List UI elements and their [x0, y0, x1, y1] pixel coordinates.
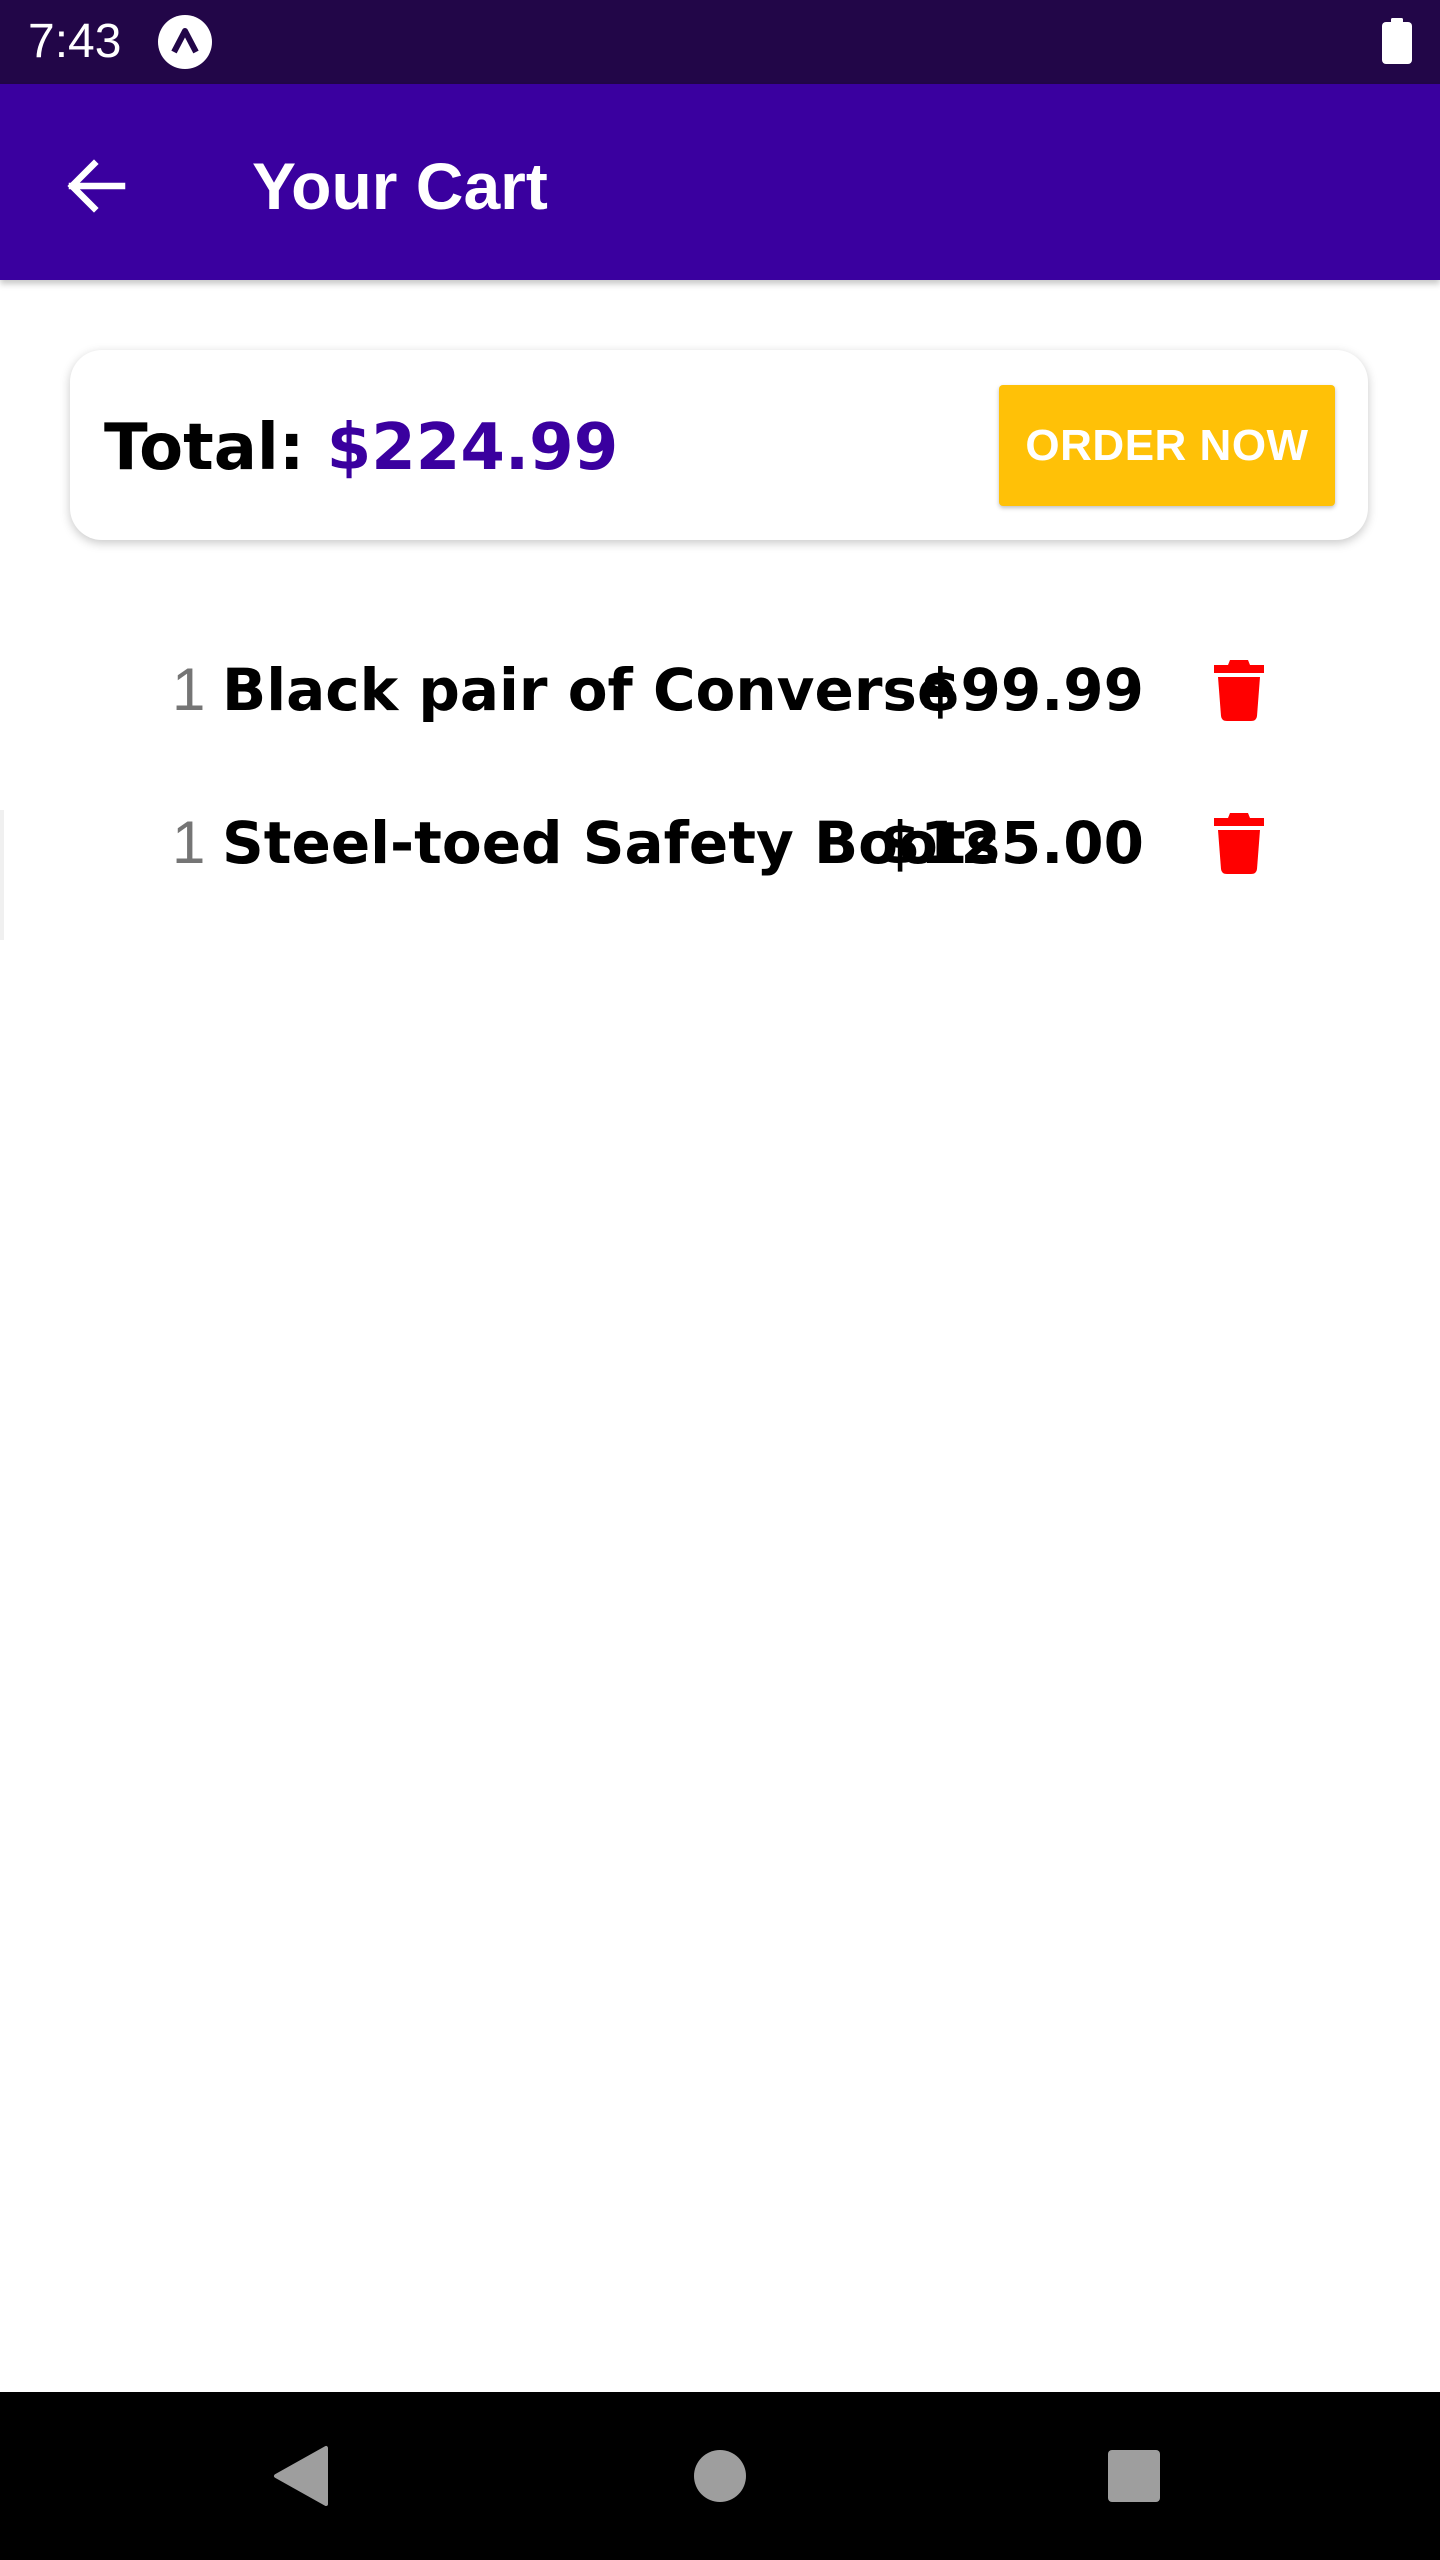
- trash-icon: [1214, 660, 1264, 721]
- nav-back-button[interactable]: [262, 2434, 346, 2518]
- trash-icon: [1214, 813, 1264, 874]
- item-price: $99.99: [920, 656, 1144, 724]
- drawer-edge: [0, 810, 4, 940]
- list-item: 1 Black pair of Converse $99.99: [0, 634, 1440, 744]
- nav-back-icon: [274, 2446, 328, 2506]
- status-bar: 7:43: [0, 0, 1440, 84]
- order-now-button[interactable]: ORDER NOW: [999, 385, 1335, 506]
- total-amount: $224.99: [326, 411, 619, 485]
- list-item: 1 Steel-toed Safety Boots $125.00: [0, 787, 1440, 897]
- back-button[interactable]: [54, 144, 138, 228]
- app-bar: Your Cart: [0, 84, 1440, 280]
- total-label: Total:: [104, 411, 327, 485]
- item-quantity: 1: [172, 656, 206, 723]
- item-price: $125.00: [879, 809, 1144, 877]
- lambda-badge-icon: [158, 15, 212, 69]
- status-time: 7:43: [28, 15, 122, 68]
- arrow-left-icon: [67, 159, 126, 213]
- nav-home-button[interactable]: [678, 2434, 762, 2518]
- battery-full-icon: [1382, 18, 1412, 64]
- nav-home-icon: [694, 2450, 746, 2502]
- item-title: Black pair of Converse: [222, 656, 957, 724]
- order-summary-card: Total: $224.99 ORDER NOW: [70, 350, 1368, 540]
- item-quantity: 1: [172, 809, 206, 876]
- delete-item-button[interactable]: [1196, 801, 1282, 885]
- system-nav-bar: [0, 2392, 1440, 2560]
- delete-item-button[interactable]: [1196, 648, 1282, 732]
- page-title: Your Cart: [252, 149, 548, 223]
- nav-recents-icon: [1108, 2450, 1160, 2502]
- total-text: Total: $224.99: [104, 408, 618, 488]
- nav-recents-button[interactable]: [1092, 2434, 1176, 2518]
